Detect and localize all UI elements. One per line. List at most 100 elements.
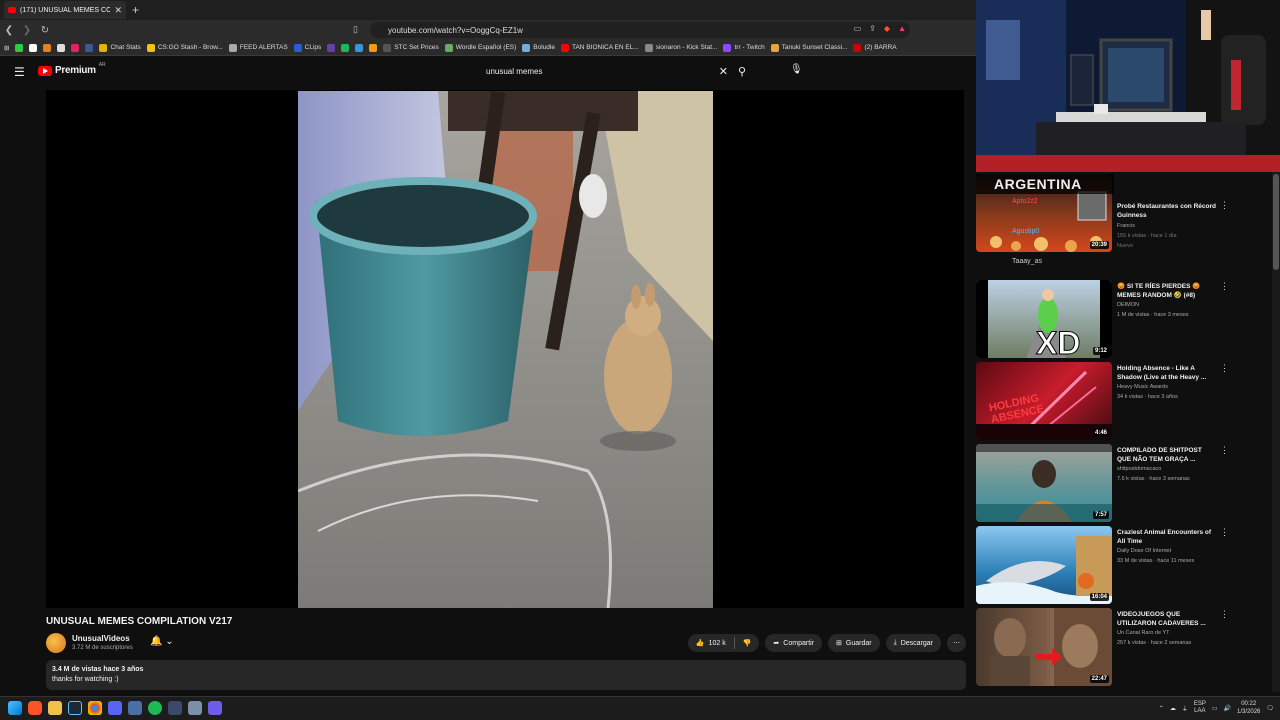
save-button[interactable]: ⊞ Guardar: [828, 634, 880, 652]
chrome-icon[interactable]: [88, 701, 102, 715]
monitor-icon[interactable]: ▭: [1212, 705, 1218, 712]
clock[interactable]: 00:22 1/3/2026: [1237, 700, 1260, 716]
tray-overflow-icon[interactable]: ⌃: [1159, 705, 1164, 712]
microphone-icon[interactable]: 🎙: [790, 64, 803, 75]
windows-start-icon[interactable]: [8, 701, 22, 715]
description-box[interactable]: 3.4 M de vistas hace 3 años thanks for w…: [46, 660, 966, 690]
recommendation-channel[interactable]: DEIMON: [1117, 302, 1139, 308]
volume-icon[interactable]: 🔊: [1224, 705, 1231, 712]
more-options-icon[interactable]: ⋮: [1220, 363, 1229, 374]
network-icon[interactable]: ☁: [1170, 705, 1176, 712]
rewards-icon[interactable]: ▲: [898, 24, 906, 33]
sidebar-scrollbar[interactable]: [1272, 172, 1280, 692]
bookmark-icon[interactable]: [29, 43, 38, 52]
bookmark-icon[interactable]: [43, 43, 52, 52]
bookmark-icon[interactable]: [85, 43, 94, 52]
video-thumbnail[interactable]: 7:57: [976, 444, 1112, 522]
bookmark-item[interactable]: (2) BARRA: [853, 43, 897, 52]
recommendation-title[interactable]: COMPILADO DE SHITPOST QUE NÃO TEM GRAÇA …: [1117, 446, 1217, 464]
bookmark-item[interactable]: Boludle: [522, 43, 555, 52]
recommendation-channel[interactable]: shitpostdomacaco: [1117, 466, 1161, 472]
new-tab-button[interactable]: +: [132, 3, 139, 17]
url-field[interactable]: youtube.com/watch?v=OoggCq-EZ1w: [370, 22, 910, 38]
notification-bell-icon[interactable]: 🔔 ⌄: [150, 636, 174, 647]
more-options-icon[interactable]: ⋮: [1220, 200, 1229, 211]
close-tab-icon[interactable]: ✕: [114, 5, 122, 16]
more-options-icon[interactable]: ⋮: [1220, 527, 1229, 538]
bookmark-icon[interactable]: [57, 43, 66, 52]
recommendation-title[interactable]: 😡 SI TE RÍES PIERDES 😡 MEMES RANDOM 🤣 (#…: [1117, 282, 1217, 300]
bookmark-item[interactable]: trr - Twitch: [723, 43, 765, 52]
bookmark-icon[interactable]: [15, 43, 24, 52]
bookmark-item[interactable]: CS:GO Stash - Brow...: [146, 43, 223, 52]
discord-icon[interactable]: [108, 701, 122, 715]
bookmark-icon[interactable]: [327, 43, 336, 52]
app-icon[interactable]: [168, 701, 182, 715]
scrollbar-thumb[interactable]: [1273, 174, 1279, 270]
video-thumbnail[interactable]: XD 9:12: [976, 280, 1112, 358]
recommendation-item[interactable]: HOLDING ABSENCE 4:46 Holding Absence - L…: [976, 362, 1272, 442]
recommendation-title[interactable]: VIDEOJUEGOS QUE UTILIZARON CADAVERES ...: [1117, 610, 1217, 628]
usb-icon[interactable]: ⏚: [1182, 704, 1188, 713]
more-options-icon[interactable]: ⋮: [1220, 281, 1229, 292]
bookmark-icon[interactable]: [369, 43, 378, 52]
video-thumbnail[interactable]: 16:04: [976, 526, 1112, 604]
bookmark-item[interactable]: sionaron - Kick Stat...: [644, 43, 717, 52]
recommendation-title[interactable]: Craziest Animal Encounters of All Time: [1117, 528, 1217, 546]
recommendation-title[interactable]: Holding Absence - Like A Shadow (Live at…: [1117, 364, 1217, 382]
brave-browser-icon[interactable]: [28, 701, 42, 715]
menu-icon[interactable]: ☰: [14, 65, 25, 79]
bookmark-item[interactable]: Wordle Español (ES): [444, 43, 516, 52]
thumbs-down-icon[interactable]: 👎: [743, 639, 752, 647]
recommendation-item[interactable]: 22:47 VIDEOJUEGOS QUE UTILIZARON CADAVER…: [976, 608, 1272, 688]
reload-icon[interactable]: ↻: [36, 25, 54, 36]
settings-icon[interactable]: [188, 701, 202, 715]
browser-tab[interactable]: (171) UNUSUAL MEMES COM ✕: [4, 1, 126, 19]
recommendation-item[interactable]: 7:57 COMPILADO DE SHITPOST QUE NÃO TEM G…: [976, 444, 1272, 524]
recommendation-channel[interactable]: Francis: [1117, 223, 1135, 229]
search-input[interactable]: unusual memes: [478, 67, 719, 76]
install-app-icon[interactable]: ▭: [854, 24, 862, 33]
bookmark-item[interactable]: FEED ALERTAS: [228, 43, 288, 52]
like-button[interactable]: 👍 102 k 👎: [687, 634, 760, 652]
file-explorer-icon[interactable]: [48, 701, 62, 715]
back-icon[interactable]: ❮: [0, 25, 18, 36]
recommendation-item[interactable]: XD 9:12 😡 SI TE RÍES PIERDES 😡 MEMES RAN…: [976, 280, 1272, 360]
more-options-icon[interactable]: ⋮: [1220, 609, 1229, 620]
recommendation-channel[interactable]: Un Canal Raro de YT: [1117, 630, 1169, 636]
notifications-icon[interactable]: 🗨: [1266, 705, 1274, 712]
messenger-icon[interactable]: [128, 701, 142, 715]
forward-icon[interactable]: ❯: [18, 25, 36, 36]
spotify-icon[interactable]: [148, 701, 162, 715]
share-button[interactable]: ➦ Compartir: [765, 634, 823, 652]
channel-name[interactable]: UnusualVideos: [72, 634, 130, 643]
bookmark-item[interactable]: Chat Stats: [99, 43, 141, 52]
apps-grid-icon[interactable]: ⊞: [4, 44, 9, 52]
bookmark-icon[interactable]: [355, 43, 364, 52]
bookmark-item[interactable]: CLips: [293, 43, 321, 52]
video-thumbnail[interactable]: HOLDING ABSENCE 4:46: [976, 362, 1112, 440]
video-player[interactable]: [46, 90, 964, 608]
more-options-icon[interactable]: ⋮: [1220, 445, 1229, 456]
youtube-logo[interactable]: Premium AR: [38, 62, 106, 76]
language-indicator[interactable]: ESP LAA: [1194, 701, 1206, 715]
video-thumbnail[interactable]: 22:47: [976, 608, 1112, 686]
download-button[interactable]: ⤓ Descargar: [885, 634, 941, 652]
share-page-icon[interactable]: ⇪: [869, 24, 876, 33]
recommendation-item[interactable]: 16:04 Craziest Animal Encounters of All …: [976, 526, 1272, 606]
bookmark-item[interactable]: Tanuki Sunset Classi...: [770, 43, 847, 52]
avatar[interactable]: [46, 633, 66, 653]
recommendation-title[interactable]: Probé Restaurantes con Récord Guinness: [1117, 202, 1217, 220]
app-icon[interactable]: [208, 701, 222, 715]
bookmark-icon[interactable]: [71, 43, 80, 52]
recommendation-item[interactable]: 20:39 ARGENTINA Apto2z2 Agustip0 Taaay_a…: [976, 174, 1272, 265]
bookmark-icon[interactable]: ▯: [353, 24, 358, 35]
recommendation-channel[interactable]: Heavy Music Awards: [1117, 384, 1168, 390]
bookmark-item[interactable]: STC Set Prices: [383, 43, 439, 52]
bookmark-item[interactable]: TAN BIONICA EN EL...: [560, 43, 639, 52]
recommendation-channel[interactable]: Daily Dose Of Internet: [1117, 548, 1171, 554]
search-icon[interactable]: ⚲: [738, 65, 746, 78]
bookmark-icon[interactable]: [341, 43, 350, 52]
steam-icon[interactable]: [68, 701, 82, 715]
brave-shield-icon[interactable]: ◆: [884, 24, 890, 33]
